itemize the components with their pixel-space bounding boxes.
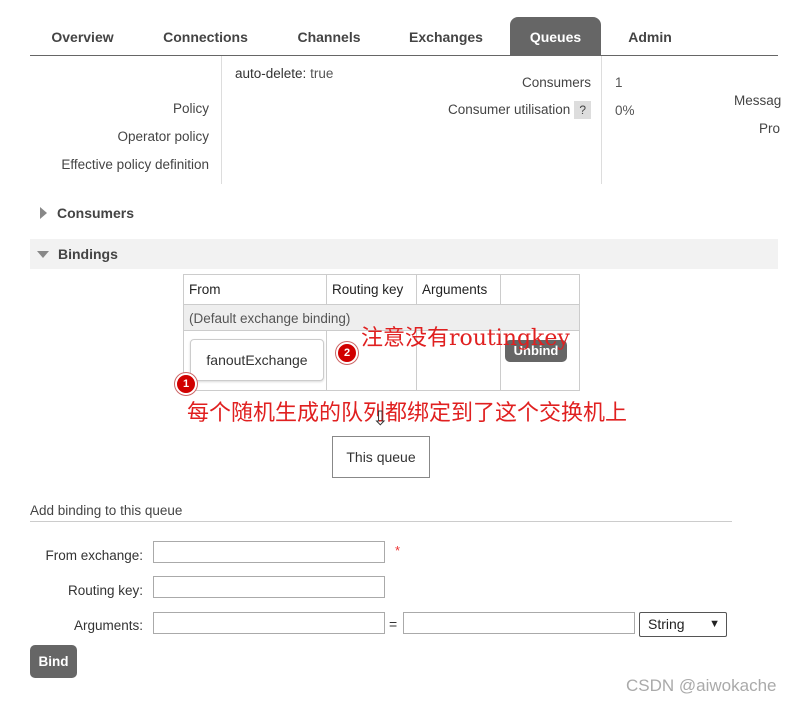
- down-arrow-icon: ⇩: [372, 408, 389, 430]
- argument-value-input[interactable]: [403, 612, 635, 634]
- consumers-section-header[interactable]: Consumers: [30, 198, 778, 228]
- tab-queues[interactable]: Queues: [510, 17, 601, 55]
- add-binding-title: Add binding to this queue: [30, 503, 732, 522]
- effective-policy-label: Effective policy definition: [61, 157, 209, 172]
- annotation-routingkey: 注意没有routingkey: [361, 326, 570, 351]
- source-exchange-link[interactable]: fanoutExchange: [190, 339, 324, 381]
- details-divider-right: [601, 56, 602, 184]
- consumers-value: 1: [615, 75, 623, 90]
- annotation-queue-binding: 每个随机生成的队列都绑定到了这个交换机上: [187, 401, 628, 426]
- annotation-badge-2: 2: [336, 342, 358, 364]
- routing-key-label: Routing key:: [67, 583, 143, 598]
- tab-admin[interactable]: Admin: [613, 17, 687, 55]
- policy-label: Policy: [172, 101, 209, 116]
- from-exchange-input[interactable]: [153, 541, 385, 563]
- auto-delete-value: true: [310, 66, 334, 81]
- consumer-utilisation-value: 0%: [615, 103, 635, 118]
- consumers-section-title: Consumers: [57, 205, 135, 221]
- collapse-arrow-icon: [37, 251, 49, 258]
- messages-label: Messag: [734, 93, 782, 108]
- from-exchange-label: From exchange:: [45, 548, 143, 563]
- required-mark: *: [395, 543, 401, 558]
- annotation-badge-1: 1: [175, 373, 197, 395]
- chevron-down-icon: ▼: [709, 618, 720, 630]
- bindings-section-title: Bindings: [58, 246, 118, 262]
- routing-key-input[interactable]: [153, 576, 385, 598]
- auto-delete-key: auto-delete:: [235, 66, 307, 81]
- equals-sign: =: [389, 616, 398, 632]
- consumer-utilisation-label: Consumer utilisation: [448, 102, 571, 117]
- consumer-utilisation-row: Consumer utilisation?: [400, 101, 591, 119]
- argument-type-select[interactable]: String ▼: [639, 612, 727, 637]
- tab-exchanges[interactable]: Exchanges: [390, 17, 502, 55]
- consumers-label: Consumers: [521, 75, 591, 90]
- auto-delete-row: auto-delete: true: [235, 66, 333, 81]
- tab-connections[interactable]: Connections: [148, 17, 263, 55]
- tab-channels[interactable]: Channels: [282, 17, 376, 55]
- argument-type-value: String: [648, 616, 685, 632]
- expand-arrow-icon: [40, 207, 47, 219]
- header-arguments: Arguments: [422, 282, 488, 297]
- header-routing-key: Routing key: [332, 282, 404, 297]
- details-divider-left: [221, 56, 222, 184]
- argument-key-input[interactable]: [153, 612, 385, 634]
- tab-bar: Overview Connections Channels Exchanges …: [30, 17, 778, 56]
- tab-overview[interactable]: Overview: [30, 17, 135, 55]
- help-icon[interactable]: ?: [574, 101, 591, 119]
- this-queue-box: This queue: [332, 436, 430, 478]
- bindings-section-header[interactable]: Bindings: [30, 239, 778, 269]
- watermark: CSDN @aiwokache: [626, 676, 777, 695]
- operator-policy-label: Operator policy: [117, 129, 209, 144]
- header-from: From: [189, 282, 221, 297]
- arguments-label: Arguments:: [73, 618, 143, 633]
- bind-button[interactable]: Bind: [30, 645, 77, 678]
- process-label: Pro: [759, 121, 781, 136]
